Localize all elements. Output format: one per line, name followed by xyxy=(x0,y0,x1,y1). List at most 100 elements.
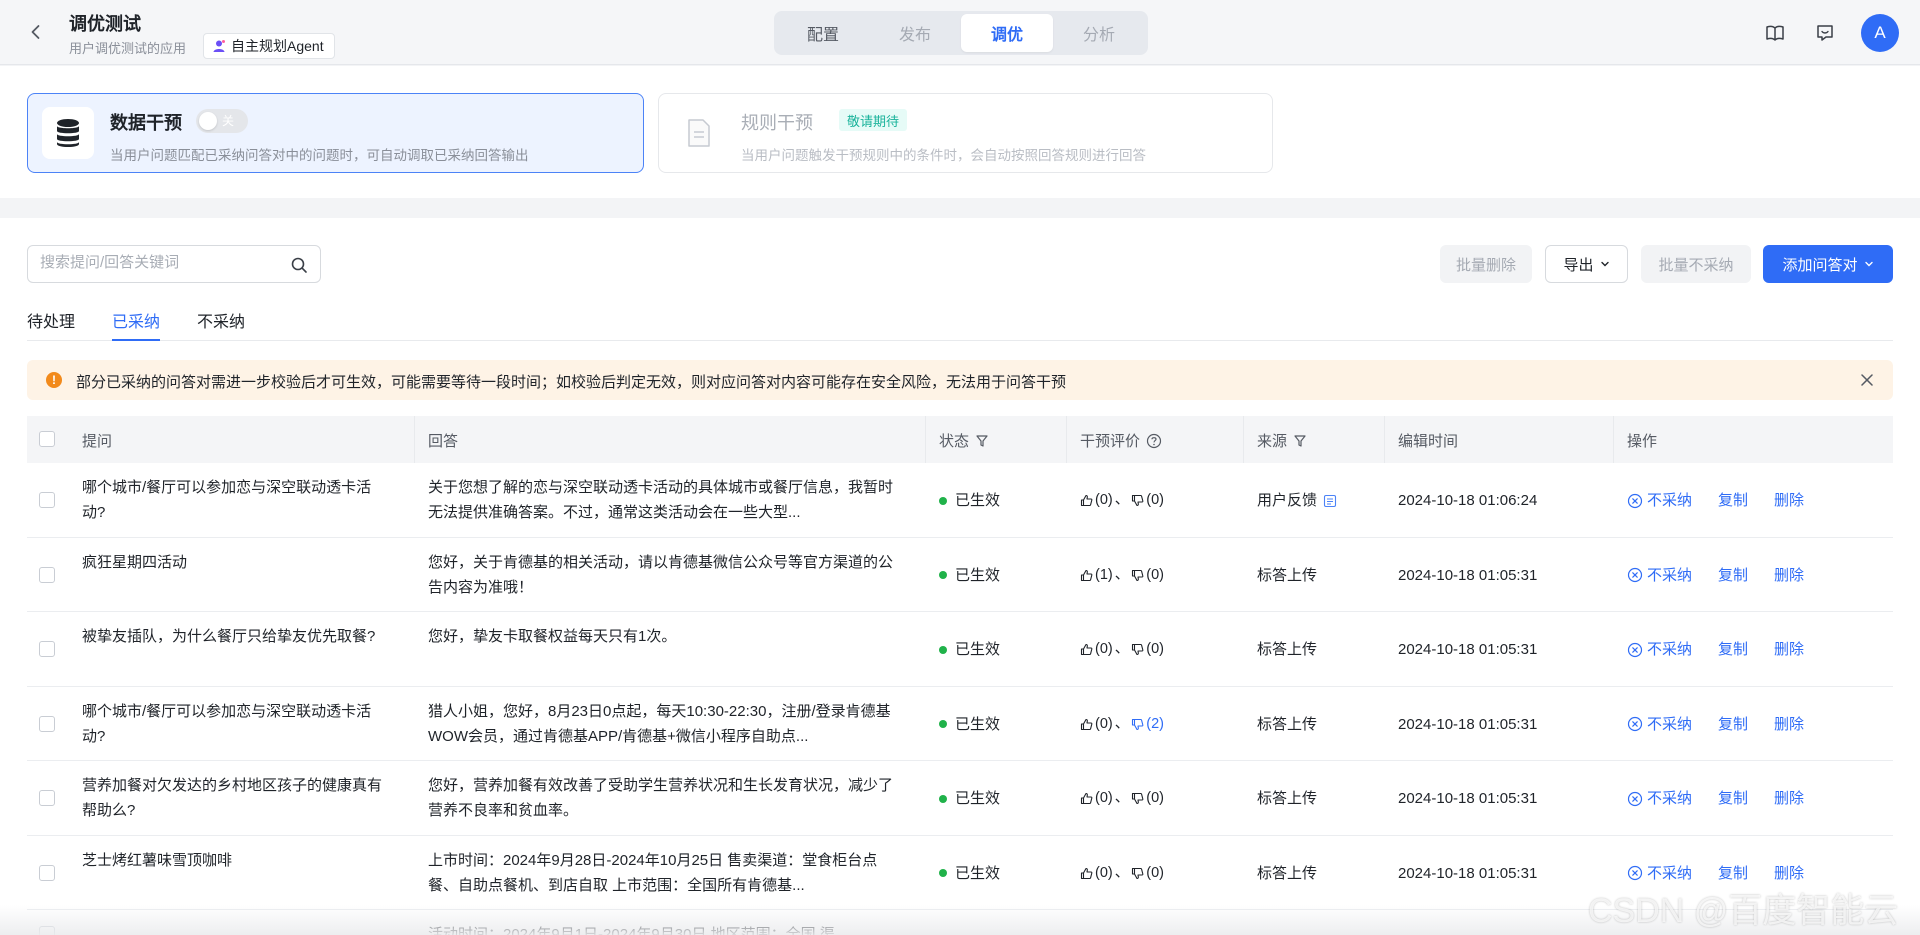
col-edit-time: 编辑时间 xyxy=(1398,433,1459,450)
edit-time-text: 2024-10-18 01:05:31 xyxy=(1398,641,1538,658)
evaluation-cell: (1)、 (0) xyxy=(1080,563,1164,588)
thumbs-up-icon[interactable] xyxy=(1080,792,1093,805)
reject-action[interactable]: 不采纳 xyxy=(1627,488,1692,513)
table-row: 疯狂星期四活动 您好，关于肯德基的相关活动，请以肯德基微信公众号等官方渠道的公告内… xyxy=(27,537,1893,612)
col-answer: 回答 xyxy=(428,433,459,450)
source-cell: 标答上传 xyxy=(1257,637,1317,662)
delete-action[interactable]: 删除 xyxy=(1774,488,1804,513)
reject-action[interactable]: 不采纳 xyxy=(1627,712,1692,737)
eval-separator: 、 xyxy=(1114,864,1130,881)
tab-analysis[interactable]: 分析 xyxy=(1053,14,1145,52)
reject-icon xyxy=(1627,642,1643,657)
source-text: 标答上传 xyxy=(1257,790,1318,807)
reject-label: 不采纳 xyxy=(1647,790,1693,807)
reject-label: 不采纳 xyxy=(1647,641,1693,658)
edit-time-text: 2024-10-18 01:05:31 xyxy=(1398,715,1538,733)
column-divider xyxy=(1243,416,1244,463)
copy-action[interactable]: 复制 xyxy=(1718,861,1748,886)
thumbs-down-icon[interactable] xyxy=(1131,867,1144,880)
table-row: 被挚友插队，为什么餐厅只给挚友优先取餐? 您好，挚友卡取餐权益每天只有1次。 已生效… xyxy=(27,612,1893,687)
back-icon[interactable] xyxy=(24,20,48,44)
status-text: 已生效 xyxy=(955,566,1001,584)
export-dropdown[interactable]: 导出 xyxy=(1545,245,1628,283)
filter-icon[interactable] xyxy=(975,434,989,448)
batch-reject-button[interactable]: 批量不采纳 xyxy=(1641,245,1751,283)
search-input[interactable] xyxy=(40,254,280,271)
delete-action[interactable]: 删除 xyxy=(1774,712,1804,737)
status-text: 已生效 xyxy=(955,492,1001,509)
status-cell: 已生效 xyxy=(939,637,1000,662)
document-icon[interactable] xyxy=(1323,494,1337,508)
copy-action[interactable]: 复制 xyxy=(1718,637,1748,662)
thumbs-up-icon[interactable] xyxy=(1080,718,1093,731)
close-icon[interactable] xyxy=(1859,372,1875,388)
tab-pending[interactable]: 待处理 xyxy=(27,308,75,341)
evaluation-cell: (0)、 (0) xyxy=(1080,637,1164,662)
edit-time-text: 2024-10-18 01:05:31 xyxy=(1398,864,1538,882)
dislike-count: (0) xyxy=(1146,566,1164,583)
row-checkbox[interactable] xyxy=(39,641,55,657)
thumbs-up-icon[interactable] xyxy=(1080,569,1093,582)
tab-tuning[interactable]: 调优 xyxy=(961,14,1053,52)
tab-adopted[interactable]: 已采纳 xyxy=(112,308,161,341)
search-icon[interactable] xyxy=(290,256,308,274)
edit-time-text: 2024-10-18 01:06:24 xyxy=(1398,492,1538,509)
data-intervention-card[interactable]: 数据干预 关 当用户问题匹配已采纳问答对中的问题时，可自动调取已采纳回答输出 xyxy=(27,93,644,173)
source-cell: 用户反馈 xyxy=(1257,488,1337,513)
answer-text: 您好，营养加餐有效改善了受助学生营养状况和生长发育状况，减少了营养不良率和贫血率… xyxy=(428,777,894,819)
chevron-down-icon xyxy=(1864,261,1873,267)
thumbs-down-icon[interactable] xyxy=(1131,569,1144,582)
help-icon[interactable] xyxy=(1146,433,1162,449)
copy-action[interactable]: 复制 xyxy=(1718,712,1748,737)
delete-action[interactable]: 删除 xyxy=(1774,786,1804,811)
tab-publish[interactable]: 发布 xyxy=(869,14,961,52)
add-qa-button[interactable]: 添加问答对 xyxy=(1763,245,1893,283)
book-icon[interactable] xyxy=(1764,22,1786,44)
reject-icon xyxy=(1627,567,1643,583)
thumbs-up-icon[interactable] xyxy=(1080,643,1093,656)
actions-cell: 不采纳 复制 删除 xyxy=(1627,786,1804,811)
reject-icon xyxy=(1627,493,1643,508)
thumbs-up-icon[interactable] xyxy=(1080,867,1093,880)
copy-action[interactable]: 复制 xyxy=(1718,563,1748,588)
thumbs-down-icon[interactable] xyxy=(1131,792,1144,805)
row-checkbox[interactable] xyxy=(39,790,55,806)
copy-action[interactable]: 复制 xyxy=(1718,488,1748,513)
copy-action[interactable]: 复制 xyxy=(1718,786,1748,811)
row-checkbox[interactable] xyxy=(39,715,55,732)
actions-cell: 不采纳 复制 删除 xyxy=(1627,637,1804,662)
select-all-checkbox[interactable] xyxy=(39,431,55,447)
filter-icon[interactable] xyxy=(1293,434,1307,448)
app-header: 调优测试 用户调优测试的应用 自主规划Agent 配置 发布 调优 分析 A xyxy=(0,0,1920,65)
question-text: 疯狂星期四活动 xyxy=(82,553,188,571)
status-dot xyxy=(939,720,947,728)
actions-cell: 不采纳 复制 删除 xyxy=(1627,861,1804,886)
reject-label: 不采纳 xyxy=(1647,492,1693,509)
delete-action[interactable]: 删除 xyxy=(1774,563,1804,588)
answer-text: 您好，关于肯德基的相关活动，请以肯德基微信公众号等官方渠道的公告内容为准哦！ xyxy=(428,553,894,596)
row-checkbox[interactable] xyxy=(39,566,55,583)
reject-icon xyxy=(1627,791,1643,806)
feedback-icon[interactable] xyxy=(1814,22,1836,44)
thumbs-down-icon[interactable] xyxy=(1131,718,1144,731)
thumbs-down-icon[interactable] xyxy=(1131,494,1144,507)
reject-action[interactable]: 不采纳 xyxy=(1627,637,1692,662)
source-text: 标答上传 xyxy=(1257,864,1318,882)
thumbs-up-icon[interactable] xyxy=(1080,494,1093,507)
reject-action[interactable]: 不采纳 xyxy=(1627,563,1692,588)
user-avatar[interactable]: A xyxy=(1861,14,1899,52)
row-checkbox[interactable] xyxy=(39,492,55,508)
question-text: 营养加餐对欠发达的乡村地区孩子的健康真有帮助么? xyxy=(82,777,382,819)
data-intervention-toggle[interactable]: 关 xyxy=(196,109,248,133)
search-box[interactable] xyxy=(27,245,321,283)
delete-action[interactable]: 删除 xyxy=(1774,861,1804,886)
batch-delete-button[interactable]: 批量删除 xyxy=(1440,245,1532,283)
tab-rejected[interactable]: 不采纳 xyxy=(197,308,245,341)
row-checkbox[interactable] xyxy=(39,864,55,881)
reject-action[interactable]: 不采纳 xyxy=(1627,861,1692,886)
tab-config[interactable]: 配置 xyxy=(777,14,869,52)
data-intervention-title: 数据干预 xyxy=(110,113,182,133)
delete-action[interactable]: 删除 xyxy=(1774,637,1804,662)
reject-action[interactable]: 不采纳 xyxy=(1627,786,1692,811)
thumbs-down-icon[interactable] xyxy=(1131,643,1144,656)
